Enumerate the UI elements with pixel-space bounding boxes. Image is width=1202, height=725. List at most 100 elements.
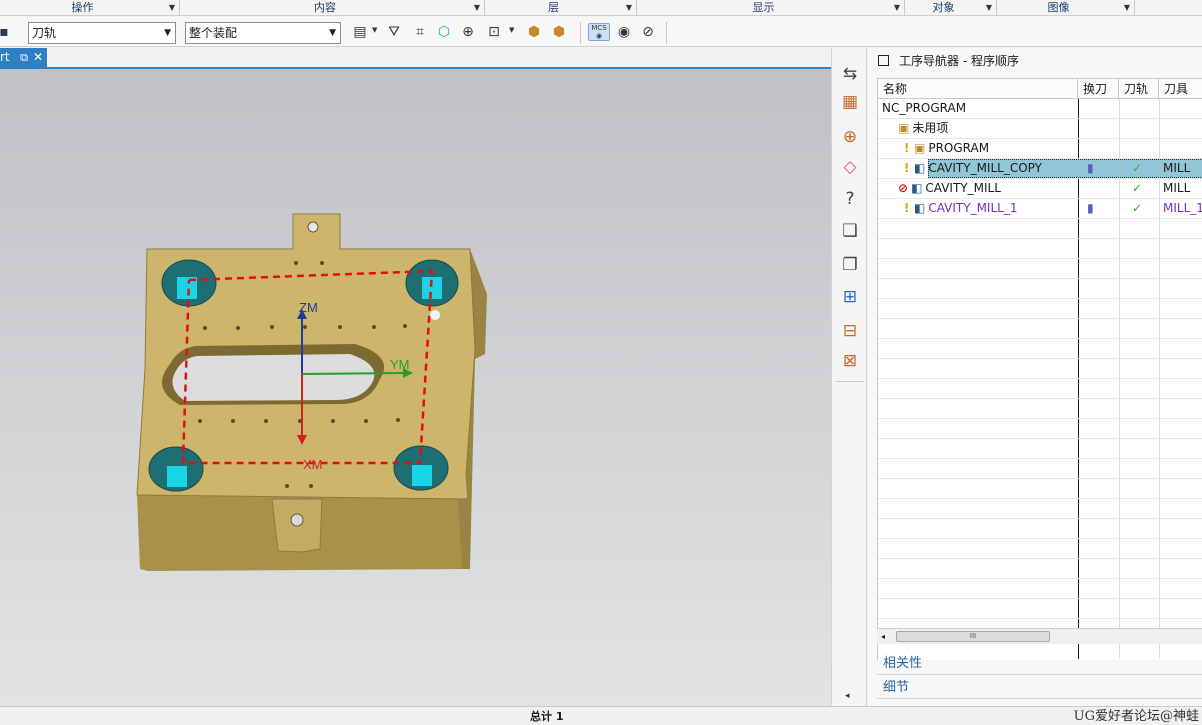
- row-name: NC_PROGRAM: [882, 101, 967, 115]
- section-details[interactable]: 细节: [877, 677, 1202, 699]
- chevron-down-icon[interactable]: ▼: [509, 26, 514, 34]
- row-name: 未用项: [912, 121, 949, 135]
- zm-label: ZM: [299, 300, 318, 315]
- assembly-navigator-icon[interactable]: ⇆: [837, 61, 863, 87]
- graphics-viewport[interactable]: ZM YM XM: [0, 69, 831, 706]
- solid-select-icon[interactable]: ⬢: [549, 23, 569, 41]
- toolbar-divider: [580, 22, 581, 44]
- menu-group-display[interactable]: 显示 ▼: [637, 0, 905, 16]
- feature-navigator-icon[interactable]: ⊟: [837, 318, 863, 344]
- rectangle-select-icon[interactable]: ⊡: [484, 23, 504, 41]
- menu-group-label: 内容: [314, 1, 336, 14]
- empty-row: [878, 499, 1202, 519]
- operation-tree[interactable]: 名称 换刀 刀轨 刀具 NC_PROGRAM ▣ 未用项 ! ▣ PROGRAM !: [877, 78, 1202, 660]
- tree-row-nc-program[interactable]: NC_PROGRAM: [878, 99, 1202, 119]
- tree-row-program[interactable]: ! ▣ PROGRAM: [878, 139, 1202, 159]
- row-name: CAVITY_MILL_1: [928, 201, 1018, 215]
- scroll-left-icon[interactable]: ◂: [881, 629, 885, 645]
- empty-row: [878, 579, 1202, 599]
- menu-group-operation[interactable]: 操作 ▼: [0, 0, 180, 16]
- operation-navigator: 工序导航器 - 程序顺序 名称 换刀 刀轨 刀具 NC_PROGRAM ▣ 未用项…: [868, 48, 1202, 706]
- process-navigator-icon[interactable]: ⊞: [837, 284, 863, 310]
- navigator-title: 工序导航器 - 程序顺序: [868, 48, 1202, 74]
- tool-change-icon: ▮: [1087, 201, 1094, 215]
- column-header-name[interactable]: 名称: [878, 79, 1078, 99]
- horizontal-scrollbar[interactable]: ◂ III: [877, 628, 1202, 644]
- feature-select-icon[interactable]: ⬡: [434, 23, 454, 41]
- select-all-icon[interactable]: ⌗: [410, 23, 430, 41]
- operation-navigator-icon[interactable]: ⊕: [837, 124, 863, 150]
- menu-group-content[interactable]: 内容 ▼: [180, 0, 485, 16]
- viewport-tab-label: rt: [0, 50, 10, 64]
- empty-row: [878, 459, 1202, 479]
- menu-group-layer[interactable]: 层 ▼: [485, 0, 637, 16]
- status-bar: 总计 1 UG爱好者论坛@神蛙: [0, 706, 1202, 725]
- highlight-point: [430, 310, 440, 320]
- part-model: ZM YM XM: [136, 213, 487, 571]
- chevron-down-icon: ▼: [168, 3, 175, 12]
- xm-label: XM: [303, 457, 323, 472]
- chevron-down-icon: ▼: [893, 3, 900, 12]
- chevron-down-icon: ▼: [473, 3, 480, 12]
- part-navigator-icon[interactable]: ▦: [837, 89, 863, 115]
- empty-row: [878, 279, 1202, 299]
- tool-icon[interactable]: ▪: [0, 23, 14, 41]
- warning-icon: !: [904, 141, 910, 155]
- no-entry-icon: ⊘: [898, 181, 909, 195]
- close-icon[interactable]: ✕: [33, 48, 43, 67]
- chevron-down-icon: ▼: [329, 28, 336, 38]
- tree-row-cavity-mill[interactable]: ⊘ ◧ CAVITY_MILL ✓ MILL: [878, 179, 1202, 199]
- ym-axis: [301, 372, 406, 375]
- chevron-down-icon[interactable]: ▼: [372, 26, 377, 34]
- history-icon[interactable]: ❏: [837, 218, 863, 244]
- machine-tool-navigator-icon[interactable]: ◇: [837, 154, 863, 180]
- tree-row-cavity-mill-1[interactable]: ! ◧ CAVITY_MILL_1 ▮ ✓ MILL_1: [878, 199, 1202, 219]
- cavity-mill-icon: ◧: [911, 181, 923, 195]
- resource-bar: ⇆ ▦ ⊕ ◇ ? ❏ ❐ ⊞ ⊟ ⊠ ◂: [831, 48, 867, 706]
- reuse-library-icon[interactable]: ⊠: [837, 348, 863, 374]
- general-select-filter-icon[interactable]: ▤: [350, 23, 370, 41]
- column-header-toolpath[interactable]: 刀轨: [1119, 79, 1159, 99]
- chevron-down-icon: ▼: [985, 3, 992, 12]
- row-name: PROGRAM: [928, 141, 990, 155]
- column-header-tool[interactable]: 刀具: [1159, 79, 1202, 99]
- scroll-thumb[interactable]: III: [896, 631, 1050, 642]
- chevron-down-icon: ▼: [164, 28, 171, 38]
- menu-group-object[interactable]: 对象 ▼: [905, 0, 997, 16]
- toolpath-status: ✓: [1132, 181, 1143, 195]
- tree-row-cavity-mill-copy[interactable]: ! ◧ CAVITY_MILL_COPY ▮ ✓ MILL: [878, 159, 1202, 179]
- empty-row: [878, 259, 1202, 279]
- empty-row: [878, 219, 1202, 239]
- checkbox-icon[interactable]: [878, 55, 889, 66]
- body-select-icon[interactable]: ⬢: [524, 23, 544, 41]
- warning-icon: !: [904, 201, 910, 215]
- navigator-title-text: 工序导航器 - 程序顺序: [899, 54, 1019, 68]
- layer-icon[interactable]: ❐: [837, 252, 863, 278]
- mcs-label: MCS: [591, 24, 607, 32]
- ym-label: YM: [390, 357, 410, 372]
- viewport-tab[interactable]: rt ⧉ ✕: [0, 48, 47, 67]
- deselect-filter-icon[interactable]: ⛛: [384, 23, 404, 41]
- cavity-mill-icon: ◧: [914, 161, 926, 175]
- help-icon[interactable]: ?: [837, 186, 863, 212]
- empty-row: [878, 479, 1202, 499]
- hide-icon[interactable]: ⊘: [638, 23, 658, 41]
- show-hide-icon[interactable]: ◉: [614, 23, 634, 41]
- folder-icon: ▣: [898, 121, 910, 135]
- empty-row: [878, 399, 1202, 419]
- menu-group-label: 图像: [1047, 1, 1070, 14]
- slot-opening: [172, 354, 375, 401]
- type-filter-select[interactable]: 刀轨 ▼: [28, 22, 176, 44]
- tree-row-unused[interactable]: ▣ 未用项: [878, 119, 1202, 139]
- column-header-tool-change[interactable]: 换刀: [1078, 79, 1119, 99]
- menu-group-image[interactable]: 图像 ▼: [997, 0, 1135, 16]
- chevron-left-icon[interactable]: ◂: [845, 691, 850, 701]
- tab-hole: [290, 513, 304, 527]
- selection-scope-select[interactable]: 整个装配 ▼: [185, 22, 341, 44]
- nx-cam-window: 操作 ▼ 内容 ▼ 层 ▼ 显示 ▼ 对象 ▼ 图像 ▼ ▪ 刀轨 ▼ 整个装配…: [0, 0, 1202, 725]
- section-dependencies[interactable]: 相关性: [877, 653, 1202, 675]
- tool-name: MILL_1: [1163, 201, 1202, 215]
- mcs-display-icon[interactable]: MCS ◉: [588, 23, 610, 41]
- popout-icon[interactable]: ⧉: [20, 48, 28, 67]
- component-select-icon[interactable]: ⊕: [458, 23, 478, 41]
